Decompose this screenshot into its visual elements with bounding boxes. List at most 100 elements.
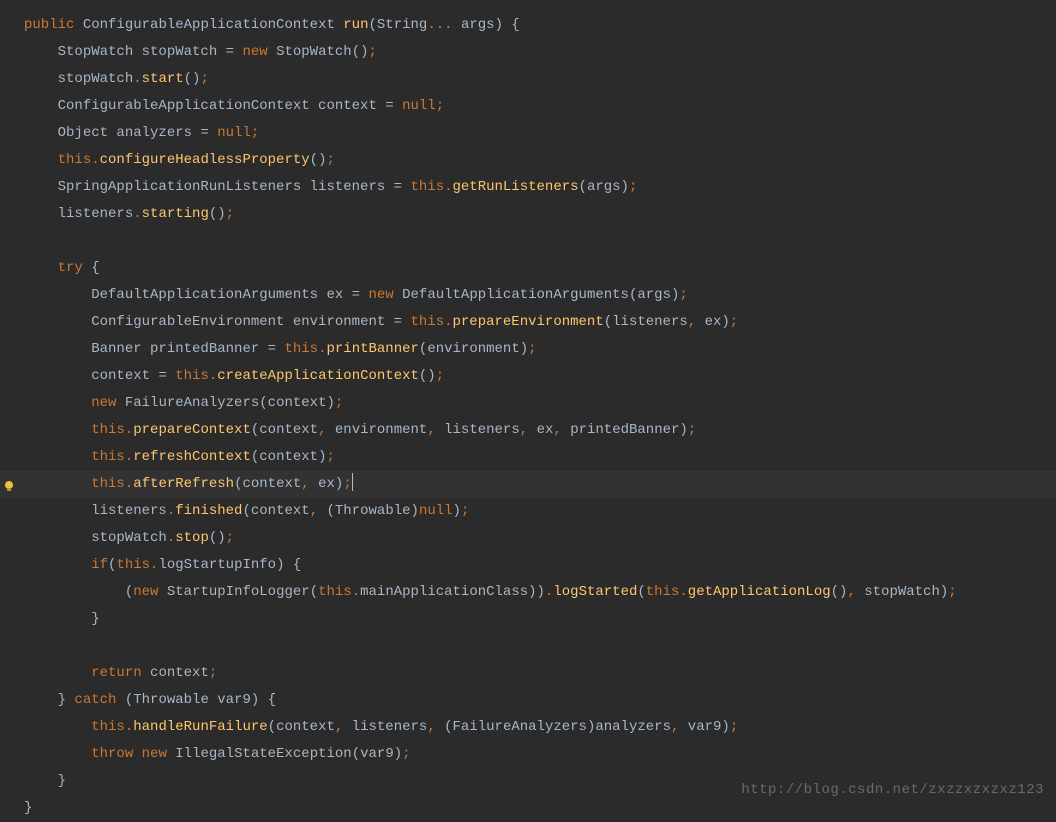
code-line[interactable]: Object analyzers = null; — [0, 120, 1056, 147]
code-token: ) — [453, 503, 461, 519]
code-line[interactable]: public ConfigurableApplicationContext ru… — [0, 12, 1056, 39]
code-token — [528, 422, 536, 438]
code-line[interactable]: (new StartupInfoLogger(this.mainApplicat… — [0, 579, 1056, 606]
code-line[interactable]: stopWatch.stop(); — [0, 525, 1056, 552]
code-token: ) — [721, 314, 729, 330]
code-line[interactable]: } — [0, 606, 1056, 633]
code-token: ; — [688, 422, 696, 438]
code-token: ( — [604, 314, 612, 330]
code-line[interactable]: return context; — [0, 660, 1056, 687]
code-token: ) — [326, 395, 334, 411]
code-token: StartupInfoLogger — [167, 584, 310, 600]
code-token — [284, 557, 292, 573]
code-token: ( — [637, 584, 645, 600]
code-token: . — [133, 206, 141, 222]
code-editor[interactable]: public ConfigurableApplicationContext ru… — [0, 0, 1056, 822]
code-token: () — [419, 368, 436, 384]
code-token: ConfigurableApplicationContext — [83, 17, 343, 33]
code-token: public — [24, 17, 74, 33]
code-token: ex — [537, 422, 554, 438]
code-token: stopWatch — [91, 530, 167, 546]
code-line[interactable]: this.prepareContext(context, environment… — [0, 417, 1056, 444]
code-token: if — [91, 557, 108, 573]
code-token: createApplicationContext — [217, 368, 419, 384]
code-token: ( — [310, 584, 318, 600]
code-token: this — [91, 449, 125, 465]
code-line[interactable]: Banner printedBanner = this.printBanner(… — [0, 336, 1056, 363]
code-line[interactable]: SpringApplicationRunListeners listeners … — [0, 174, 1056, 201]
code-line[interactable]: listeners.finished(context, (Throwable)n… — [0, 498, 1056, 525]
code-token: ) — [394, 746, 402, 762]
code-line[interactable]: } — [0, 795, 1056, 822]
code-token: ex — [318, 476, 335, 492]
code-line[interactable]: this.handleRunFailure(context, listeners… — [0, 714, 1056, 741]
code-token: environment — [335, 422, 427, 438]
code-token: ) — [621, 179, 629, 195]
code-token: context — [91, 368, 158, 384]
code-token: this — [318, 584, 352, 600]
code-token: ; — [402, 746, 410, 762]
code-line[interactable] — [0, 633, 1056, 660]
code-line[interactable]: stopWatch.start(); — [0, 66, 1056, 93]
code-line[interactable]: context = this.createApplicationContext(… — [0, 363, 1056, 390]
code-token: StopWatch stopWatch — [58, 44, 226, 60]
code-line[interactable]: ConfigurableEnvironment environment = th… — [0, 309, 1056, 336]
intention-bulb-icon[interactable] — [2, 477, 16, 491]
code-token: ; — [436, 368, 444, 384]
code-token: finished — [175, 503, 242, 519]
code-token — [83, 260, 91, 276]
code-token: null — [217, 125, 251, 141]
code-token: = — [200, 125, 217, 141]
code-line[interactable]: DefaultApplicationArguments ex = new Def… — [0, 282, 1056, 309]
code-token: { — [293, 557, 301, 573]
code-token: afterRefresh — [133, 476, 234, 492]
code-token: . — [91, 152, 99, 168]
code-token: null — [402, 98, 436, 114]
code-line[interactable]: this.afterRefresh(context, ex); — [0, 471, 1056, 498]
code-token: DefaultApplicationArguments ex — [91, 287, 351, 303]
code-token: throw — [91, 746, 133, 762]
code-line[interactable]: listeners.starting(); — [0, 201, 1056, 228]
code-token: new — [91, 395, 116, 411]
code-token: . — [444, 179, 452, 195]
code-token: () — [209, 530, 226, 546]
code-token: this — [175, 368, 209, 384]
code-line[interactable]: throw new IllegalStateException(var9); — [0, 741, 1056, 768]
code-token: , — [301, 476, 309, 492]
code-token: ; — [335, 395, 343, 411]
code-token: Object analyzers — [58, 125, 201, 141]
code-token: ( — [352, 746, 360, 762]
code-line[interactable]: this.refreshContext(context); — [0, 444, 1056, 471]
code-token: ; — [326, 152, 334, 168]
code-token: prepareContext — [133, 422, 251, 438]
code-token: () — [310, 152, 327, 168]
code-line[interactable]: StopWatch stopWatch = new StopWatch(); — [0, 39, 1056, 66]
code-line[interactable]: try { — [0, 255, 1056, 282]
code-token: refreshContext — [133, 449, 251, 465]
code-token: ( — [125, 584, 133, 600]
code-line[interactable]: } catch (Throwable var9) { — [0, 687, 1056, 714]
code-token: stopWatch — [58, 71, 134, 87]
code-token: ; — [679, 287, 687, 303]
code-line[interactable]: new FailureAnalyzers(context); — [0, 390, 1056, 417]
code-token: . — [125, 422, 133, 438]
code-token — [74, 17, 82, 33]
code-token: catch — [74, 692, 116, 708]
code-line[interactable]: ConfigurableApplicationContext context =… — [0, 93, 1056, 120]
code-token: ( — [327, 503, 335, 519]
code-token: = — [158, 368, 175, 384]
code-token: () — [184, 71, 201, 87]
code-token: context — [268, 395, 327, 411]
code-token: = — [385, 98, 402, 114]
code-token: SpringApplicationRunListeners listeners — [58, 179, 394, 195]
code-token: ; — [343, 476, 351, 492]
code-line[interactable] — [0, 228, 1056, 255]
code-line[interactable]: this.configureHeadlessProperty(); — [0, 147, 1056, 174]
code-token: . — [209, 368, 217, 384]
code-token — [343, 719, 351, 735]
code-token: , — [310, 503, 318, 519]
code-token: ; — [369, 44, 377, 60]
code-line[interactable]: if(this.logStartupInfo) { — [0, 552, 1056, 579]
code-token: getRunListeners — [453, 179, 579, 195]
code-token: ( — [268, 719, 276, 735]
